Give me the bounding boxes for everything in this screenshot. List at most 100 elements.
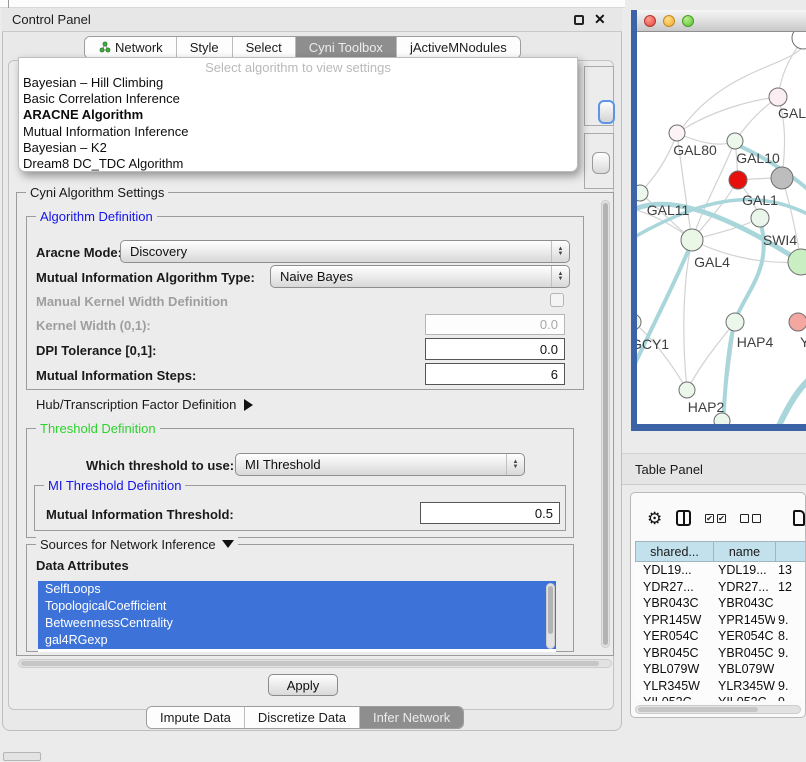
focused-combo-fragment[interactable]	[598, 100, 615, 124]
expand-arrow-icon[interactable]	[244, 399, 253, 411]
unchecked-box-icon	[740, 514, 749, 523]
tab-select[interactable]: Select	[233, 37, 296, 58]
collapsed-panel-chip[interactable]	[3, 752, 41, 761]
table-cell: 9.	[775, 645, 806, 662]
network-node[interactable]	[771, 167, 793, 189]
algorithm-option[interactable]: Basic Correlation Inference	[19, 91, 577, 107]
table-cell: YBR045C	[713, 645, 775, 662]
network-window-titlebar[interactable]	[637, 10, 806, 32]
attribute-item[interactable]: gal4RGexp	[38, 632, 556, 649]
mi-threshold-field[interactable]: 0.5	[420, 502, 560, 524]
table-row[interactable]: YBR043CYBR043C	[635, 595, 806, 612]
scrollbar-thumb[interactable]	[603, 203, 608, 645]
which-threshold-label: Which threshold to use:	[86, 458, 234, 473]
tab-infer-network[interactable]: Infer Network	[360, 707, 463, 728]
network-edge[interactable]	[637, 322, 687, 390]
network-canvas[interactable]: GALGAL80GAL10GAL1GAL11SWI4GAL4GCY1HAP4YH…	[637, 32, 806, 424]
tab-jactivemnodules[interactable]: jActiveMNodules	[397, 37, 520, 58]
network-node[interactable]	[726, 313, 744, 331]
network-node[interactable]	[679, 382, 695, 398]
manual-kernel-checkbox[interactable]	[550, 293, 564, 307]
scrollbar-thumb[interactable]	[21, 661, 599, 666]
tab-impute-data[interactable]: Impute Data	[147, 707, 245, 728]
table-row[interactable]: YLR345WYLR345W9.	[635, 678, 806, 695]
which-threshold-combo[interactable]: MI Threshold ▲▼	[235, 453, 525, 476]
table-cell: YIL052C	[635, 694, 713, 701]
network-node[interactable]	[751, 209, 769, 227]
column-header[interactable]	[775, 541, 806, 562]
tab-label: Discretize Data	[258, 710, 346, 725]
algorithm-option[interactable]: Mutual Information Inference	[19, 124, 577, 140]
table-row[interactable]: YDR27...YDR27...12	[635, 579, 806, 596]
network-node[interactable]	[669, 125, 685, 141]
table-row[interactable]: YDL19...YDL19...13	[635, 562, 806, 579]
gear-icon[interactable]: ⚙	[647, 510, 662, 527]
attributes-scrollbar[interactable]	[546, 583, 555, 649]
table-cell: YDL19...	[635, 562, 713, 579]
hub-definition-toggle[interactable]: Hub/Transcription Factor Definition	[36, 397, 253, 412]
combo-fragment[interactable]	[592, 152, 610, 174]
table-window: ⚙ ✔✔ shared... name YDL19...YDL19...13YD…	[630, 492, 806, 718]
algorithm-option[interactable]: Bayesian – Hill Climbing	[19, 75, 577, 91]
float-window-icon[interactable]	[574, 15, 584, 25]
table-horizontal-scrollbar[interactable]	[635, 705, 801, 714]
table-row[interactable]: YBL079WYBL079W	[635, 661, 806, 678]
tab-label: Impute Data	[160, 710, 231, 725]
algorithm-option[interactable]: ARACNE Algorithm	[19, 107, 577, 123]
scrollbar-thumb[interactable]	[548, 586, 553, 634]
close-traffic-light-icon[interactable]	[644, 15, 656, 27]
aracne-mode-combo[interactable]: Discovery ▲▼	[120, 240, 570, 263]
new-table-icon[interactable]	[793, 510, 805, 526]
minimize-traffic-light-icon[interactable]	[663, 15, 675, 27]
network-node[interactable]	[637, 185, 648, 201]
network-node[interactable]	[769, 88, 787, 106]
mi-type-combo[interactable]: Naive Bayes ▲▼	[270, 265, 570, 288]
deselect-all-icon[interactable]	[740, 514, 761, 523]
attribute-item[interactable]: BetweennessCentrality	[38, 615, 556, 632]
bottom-tabset: Impute Data Discretize Data Infer Networ…	[146, 706, 464, 729]
tab-discretize-data[interactable]: Discretize Data	[245, 707, 360, 728]
checked-box-icon: ✔	[705, 514, 714, 523]
zoom-traffic-light-icon[interactable]	[682, 15, 694, 27]
tab-network[interactable]: Network	[85, 37, 177, 58]
attribute-item[interactable]: SelfLoops	[38, 581, 556, 598]
network-edge[interactable]	[640, 133, 677, 193]
network-edge[interactable]	[777, 370, 806, 424]
dpi-tolerance-field[interactable]: 0.0	[425, 338, 565, 360]
algorithm-dropdown-popup: Select algorithm to view settings Bayesi…	[18, 57, 578, 172]
table-row[interactable]: YER054CYER054C8.	[635, 628, 806, 645]
mi-steps-field[interactable]: 6	[425, 363, 565, 385]
network-node[interactable]	[729, 171, 747, 189]
column-header[interactable]: shared...	[635, 541, 713, 562]
table-row[interactable]: YIL052CYIL052C9	[635, 694, 806, 701]
mi-threshold-definition-title: MI Threshold Definition	[44, 478, 185, 493]
collapse-arrow-icon[interactable]	[222, 540, 234, 548]
network-node[interactable]	[789, 313, 806, 331]
network-node[interactable]	[727, 133, 743, 149]
tab-cyni-toolbox[interactable]: Cyni Toolbox	[296, 37, 397, 58]
apply-button[interactable]: Apply	[268, 674, 338, 696]
combo-stepper-icon: ▲▼	[551, 266, 569, 287]
data-attributes-list[interactable]: SelfLoopsTopologicalCoefficientBetweenne…	[38, 581, 556, 652]
split-columns-icon[interactable]	[676, 510, 691, 526]
aracne-mode-label: Aracne Mode:	[36, 245, 122, 260]
settings-horizontal-scrollbar[interactable]	[18, 659, 612, 668]
table-row[interactable]: YPR145WYPR145W9.	[635, 612, 806, 629]
sources-toggle[interactable]: Sources for Network Inference	[36, 537, 238, 552]
mi-type-label: Mutual Information Algorithm Type:	[36, 270, 255, 285]
table-row[interactable]: YBR045CYBR045C9.	[635, 645, 806, 662]
network-node[interactable]	[681, 229, 703, 251]
scrollbar-thumb[interactable]	[638, 707, 758, 712]
algorithm-option[interactable]: Bayesian – K2	[19, 140, 577, 156]
close-icon[interactable]: ✕	[594, 11, 606, 28]
algorithm-option[interactable]: Dream8 DC_TDC Algorithm	[19, 156, 577, 172]
attribute-item[interactable]: TopologicalCoefficient	[38, 598, 556, 615]
network-node[interactable]	[792, 32, 806, 49]
network-node-label: GAL	[778, 105, 806, 121]
tab-style[interactable]: Style	[177, 37, 233, 58]
column-header[interactable]: name	[713, 541, 775, 562]
kernel-width-field[interactable]: 0.0	[425, 314, 565, 335]
settings-vertical-scrollbar[interactable]	[601, 200, 610, 648]
table-cell: 8.	[775, 628, 806, 645]
select-all-icon[interactable]: ✔✔	[705, 514, 726, 523]
